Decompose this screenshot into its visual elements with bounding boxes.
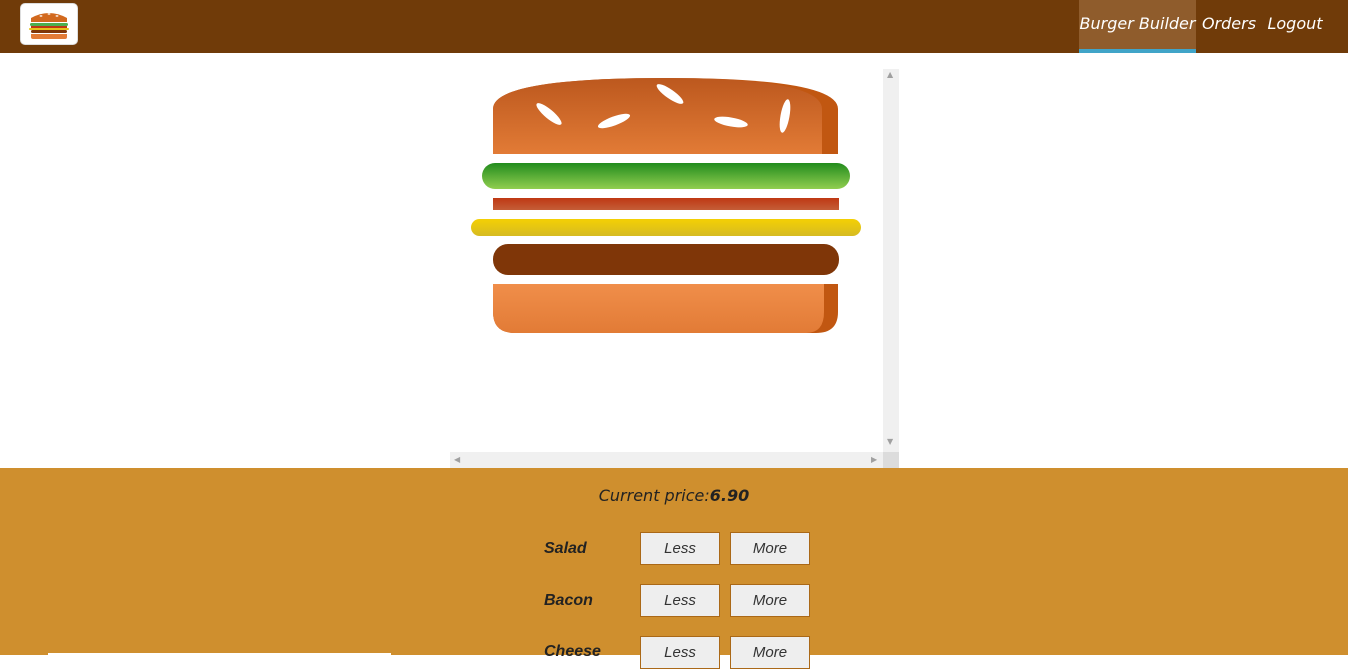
- ingredient-meat: [493, 244, 839, 275]
- nav-orders[interactable]: Orders: [1196, 0, 1262, 53]
- scroll-left-icon[interactable]: ◀: [454, 456, 460, 464]
- cheese-more-button[interactable]: More: [730, 636, 810, 669]
- scroll-down-icon[interactable]: ▼: [887, 438, 893, 446]
- bread-bottom: [493, 284, 838, 333]
- control-label-bacon: Bacon: [544, 592, 593, 609]
- ingredient-bacon: [493, 198, 839, 210]
- burger-illustration: [471, 78, 861, 333]
- cheese-less-button[interactable]: Less: [640, 636, 720, 669]
- salad-more-button[interactable]: More: [730, 532, 810, 565]
- vertical-scrollbar[interactable]: ▲ ▼: [883, 69, 899, 452]
- build-controls: Current price:6.90 Salad Less More Bacon…: [0, 468, 1348, 669]
- ingredient-cheese: [471, 219, 861, 236]
- burger-logo[interactable]: [20, 3, 78, 45]
- horizontal-scrollbar[interactable]: ◀ ▶: [450, 452, 883, 468]
- bread-top: [493, 78, 838, 154]
- burger-preview: [450, 69, 899, 468]
- nav-logout[interactable]: Logout: [1262, 0, 1328, 53]
- price-value: 6.90: [709, 486, 750, 505]
- control-label-salad: Salad: [544, 540, 587, 557]
- burger-logo-icon: [29, 13, 69, 39]
- ingredient-salad: [482, 163, 850, 189]
- scroll-corner: [883, 452, 899, 468]
- salad-less-button[interactable]: Less: [640, 532, 720, 565]
- price-label: Current price:: [598, 486, 710, 505]
- current-price: Current price:6.90: [0, 486, 1348, 505]
- control-label-cheese: Cheese: [544, 643, 601, 660]
- bacon-more-button[interactable]: More: [730, 584, 810, 617]
- scroll-up-icon[interactable]: ▲: [887, 71, 893, 79]
- toolbar: Burger Builder Orders Logout: [0, 0, 1348, 53]
- scroll-right-icon[interactable]: ▶: [871, 456, 877, 464]
- nav-burger-builder[interactable]: Burger Builder: [1079, 0, 1196, 53]
- bacon-less-button[interactable]: Less: [640, 584, 720, 617]
